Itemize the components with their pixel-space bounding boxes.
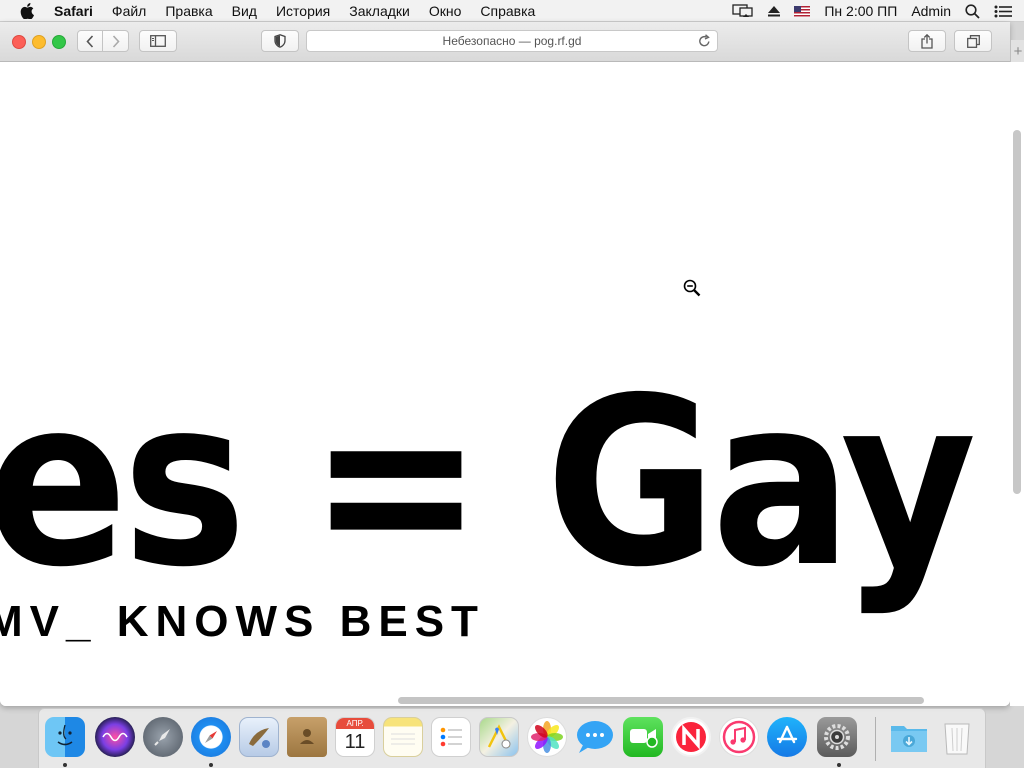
menu-view[interactable]: Вид [232,3,257,19]
menu-edit[interactable]: Правка [165,3,212,19]
reload-icon[interactable] [698,34,711,48]
horizontal-scrollbar[interactable] [398,697,924,704]
menu-bar: Safari Файл Правка Вид История Закладки … [0,0,1024,22]
shield-icon [274,34,286,48]
share-icon [921,33,933,49]
app-store-icon[interactable] [767,717,807,757]
privacy-report-button[interactable] [261,30,299,52]
menu-history[interactable]: История [276,3,330,19]
vertical-scrollbar[interactable] [1013,130,1021,494]
clock[interactable]: Пн 2:00 ПП [824,3,897,19]
menu-file[interactable]: Файл [112,3,146,19]
menu-help[interactable]: Справка [480,3,535,19]
window-minimize-button[interactable] [32,35,46,49]
itunes-icon[interactable] [719,717,759,757]
airplay-display-icon[interactable] [732,4,754,18]
maps-icon[interactable] [479,717,519,757]
page-subline: MV_ KNOWS BEST [0,597,485,646]
system-preferences-running-indicator [837,763,841,767]
launchpad-icon[interactable] [143,717,183,757]
forward-button[interactable] [103,30,129,52]
facetime-icon[interactable] [623,717,663,757]
back-button[interactable] [77,30,103,52]
page-headline: ies = Gay [0,348,977,618]
user-menu[interactable]: Admin [911,3,951,19]
tab-overview-icon [966,34,980,48]
spotlight-search-icon[interactable] [965,3,980,19]
calendar-icon[interactable]: АПР. 11 [335,717,375,757]
window-close-button[interactable] [12,35,26,49]
chevron-right-icon [112,34,120,48]
safari-window: Небезопасно — pog.rf.gd ies = Gay MV_ KN… [0,22,1010,706]
input-source-flag-icon[interactable] [794,5,811,17]
downloads-folder-icon[interactable] [889,717,929,757]
notification-center-icon[interactable] [994,5,1012,18]
menu-bookmarks[interactable]: Закладки [349,3,410,19]
address-text: Небезопасно — pog.rf.gd [442,34,582,48]
finder-icon[interactable] [45,717,85,757]
siri-icon[interactable] [95,717,135,757]
calendar-month: АПР. [336,718,374,729]
browser-toolbar: Небезопасно — pog.rf.gd [0,22,1010,62]
menu-app-safari[interactable]: Safari [54,3,93,19]
window-zoom-button[interactable] [52,35,66,49]
eject-icon[interactable] [768,5,781,17]
sidebar-icon [150,35,166,47]
mail-icon[interactable] [239,717,279,757]
trash-icon[interactable] [937,717,977,757]
share-button[interactable] [908,30,946,52]
menu-window[interactable]: Окно [429,3,462,19]
safari-running-indicator [209,763,213,767]
apple-menu-icon[interactable] [20,3,34,19]
messages-icon[interactable] [575,717,615,757]
zoom-out-cursor-icon [683,279,701,297]
finder-running-indicator [63,763,67,767]
contacts-icon[interactable] [287,717,327,757]
tab-overview-button[interactable] [954,30,992,52]
new-tab-button[interactable]: + [1010,40,1024,62]
photos-icon[interactable] [527,717,567,757]
address-bar[interactable]: Небезопасно — pog.rf.gd [306,30,718,52]
sidebar-toggle-button[interactable] [139,30,177,52]
chevron-left-icon [86,34,94,48]
dock-separator [875,717,876,761]
dock: АПР. 11 [38,708,986,768]
system-preferences-icon[interactable] [817,717,857,757]
web-page-content: ies = Gay MV_ KNOWS BEST [0,62,1010,706]
safari-icon[interactable] [191,717,231,757]
calendar-day: 11 [344,731,366,753]
news-icon[interactable] [671,717,711,757]
notes-icon[interactable] [383,717,423,757]
reminders-icon[interactable] [431,717,471,757]
